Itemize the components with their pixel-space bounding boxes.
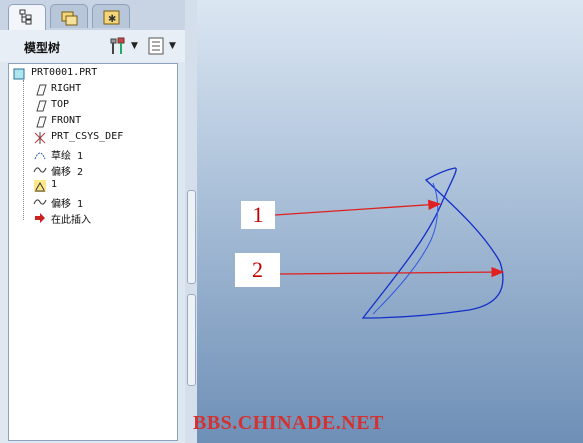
show-list-icon	[148, 37, 164, 55]
datum-plane-icon	[36, 116, 47, 128]
svg-text:✱: ✱	[108, 14, 116, 25]
tree-item-feature-1[interactable]: 1	[9, 178, 169, 194]
callout-label-1: 1	[241, 201, 275, 229]
tree-item-label: PRT_CSYS_DEF	[51, 131, 124, 142]
panel-title: 模型树	[24, 41, 61, 55]
tree-item-label: FRONT	[51, 115, 82, 126]
tree-item-sketch[interactable]: 草绘 1	[9, 146, 169, 162]
tree-item-label: 在此插入	[51, 215, 91, 226]
curve-icon	[33, 167, 47, 173]
tree-item-front[interactable]: FRONT	[9, 114, 169, 130]
chevron-down-icon: ▼	[169, 41, 176, 51]
callout-arrow-1	[274, 199, 442, 216]
callout-label-2: 2	[235, 253, 280, 287]
tree-item-label: 偏移 1	[51, 199, 84, 210]
graphics-viewport[interactable]: 1 2	[197, 0, 583, 443]
part-icon	[13, 68, 25, 80]
panel-splitter[interactable]	[185, 0, 197, 443]
offset-curve-outer	[361, 167, 504, 319]
feature-icon	[34, 180, 46, 192]
splitter-handle-top[interactable]	[187, 190, 196, 284]
tree-item-label: TOP	[51, 99, 70, 110]
curve-icon	[33, 199, 47, 205]
folder-icon	[61, 11, 78, 26]
settings-button[interactable]: ▼	[108, 36, 140, 56]
watermark-text: BBS.CHINADE.NET	[193, 412, 384, 434]
tree-item-offset-2[interactable]: 偏移 2	[9, 162, 169, 178]
tree-item-label: PRT0001.PRT	[31, 67, 98, 78]
navigator-tabs: ✱	[0, 0, 185, 31]
tree-item-label: 偏移 2	[51, 167, 84, 178]
show-button[interactable]: ▼	[146, 36, 180, 56]
tab-model-tree[interactable]	[8, 4, 46, 31]
tree-icon	[19, 9, 32, 25]
model-tree-panel: ✱ 模型树 ▼ ▼ PRT0001.PRT RIGHT TOP FRONT PR…	[0, 0, 185, 443]
model-tree: PRT0001.PRT RIGHT TOP FRONT PRT_CSYS_DEF…	[8, 63, 178, 441]
offset-curve-inner	[372, 182, 439, 315]
tab-favorites[interactable]: ✱	[92, 4, 130, 28]
star-icon: ✱	[103, 10, 120, 25]
tree-item-label: RIGHT	[51, 83, 82, 94]
sketch-icon	[34, 152, 46, 160]
settings-tool-icon	[110, 37, 125, 54]
datum-plane-icon	[36, 84, 47, 96]
tree-root-item[interactable]: PRT0001.PRT	[9, 66, 169, 82]
datum-plane-icon	[36, 100, 47, 112]
csys-icon	[34, 132, 46, 144]
tree-item-label: 1	[51, 179, 58, 190]
callout-arrow-2	[279, 266, 505, 278]
tree-item-csys[interactable]: PRT_CSYS_DEF	[9, 130, 169, 146]
panel-header: 模型树 ▼ ▼	[0, 30, 185, 62]
tree-item-offset-1[interactable]: 偏移 1	[9, 194, 169, 210]
tree-item-label: 草绘 1	[51, 151, 84, 162]
chevron-down-icon: ▼	[131, 41, 138, 51]
tree-item-top[interactable]: TOP	[9, 98, 169, 114]
insert-here-arrow-icon	[35, 213, 45, 223]
tree-item-insert-here[interactable]: 在此插入	[9, 210, 169, 226]
tree-item-right[interactable]: RIGHT	[9, 82, 169, 98]
tab-folder-browser[interactable]	[50, 4, 88, 28]
splitter-handle-bottom[interactable]	[187, 294, 196, 386]
